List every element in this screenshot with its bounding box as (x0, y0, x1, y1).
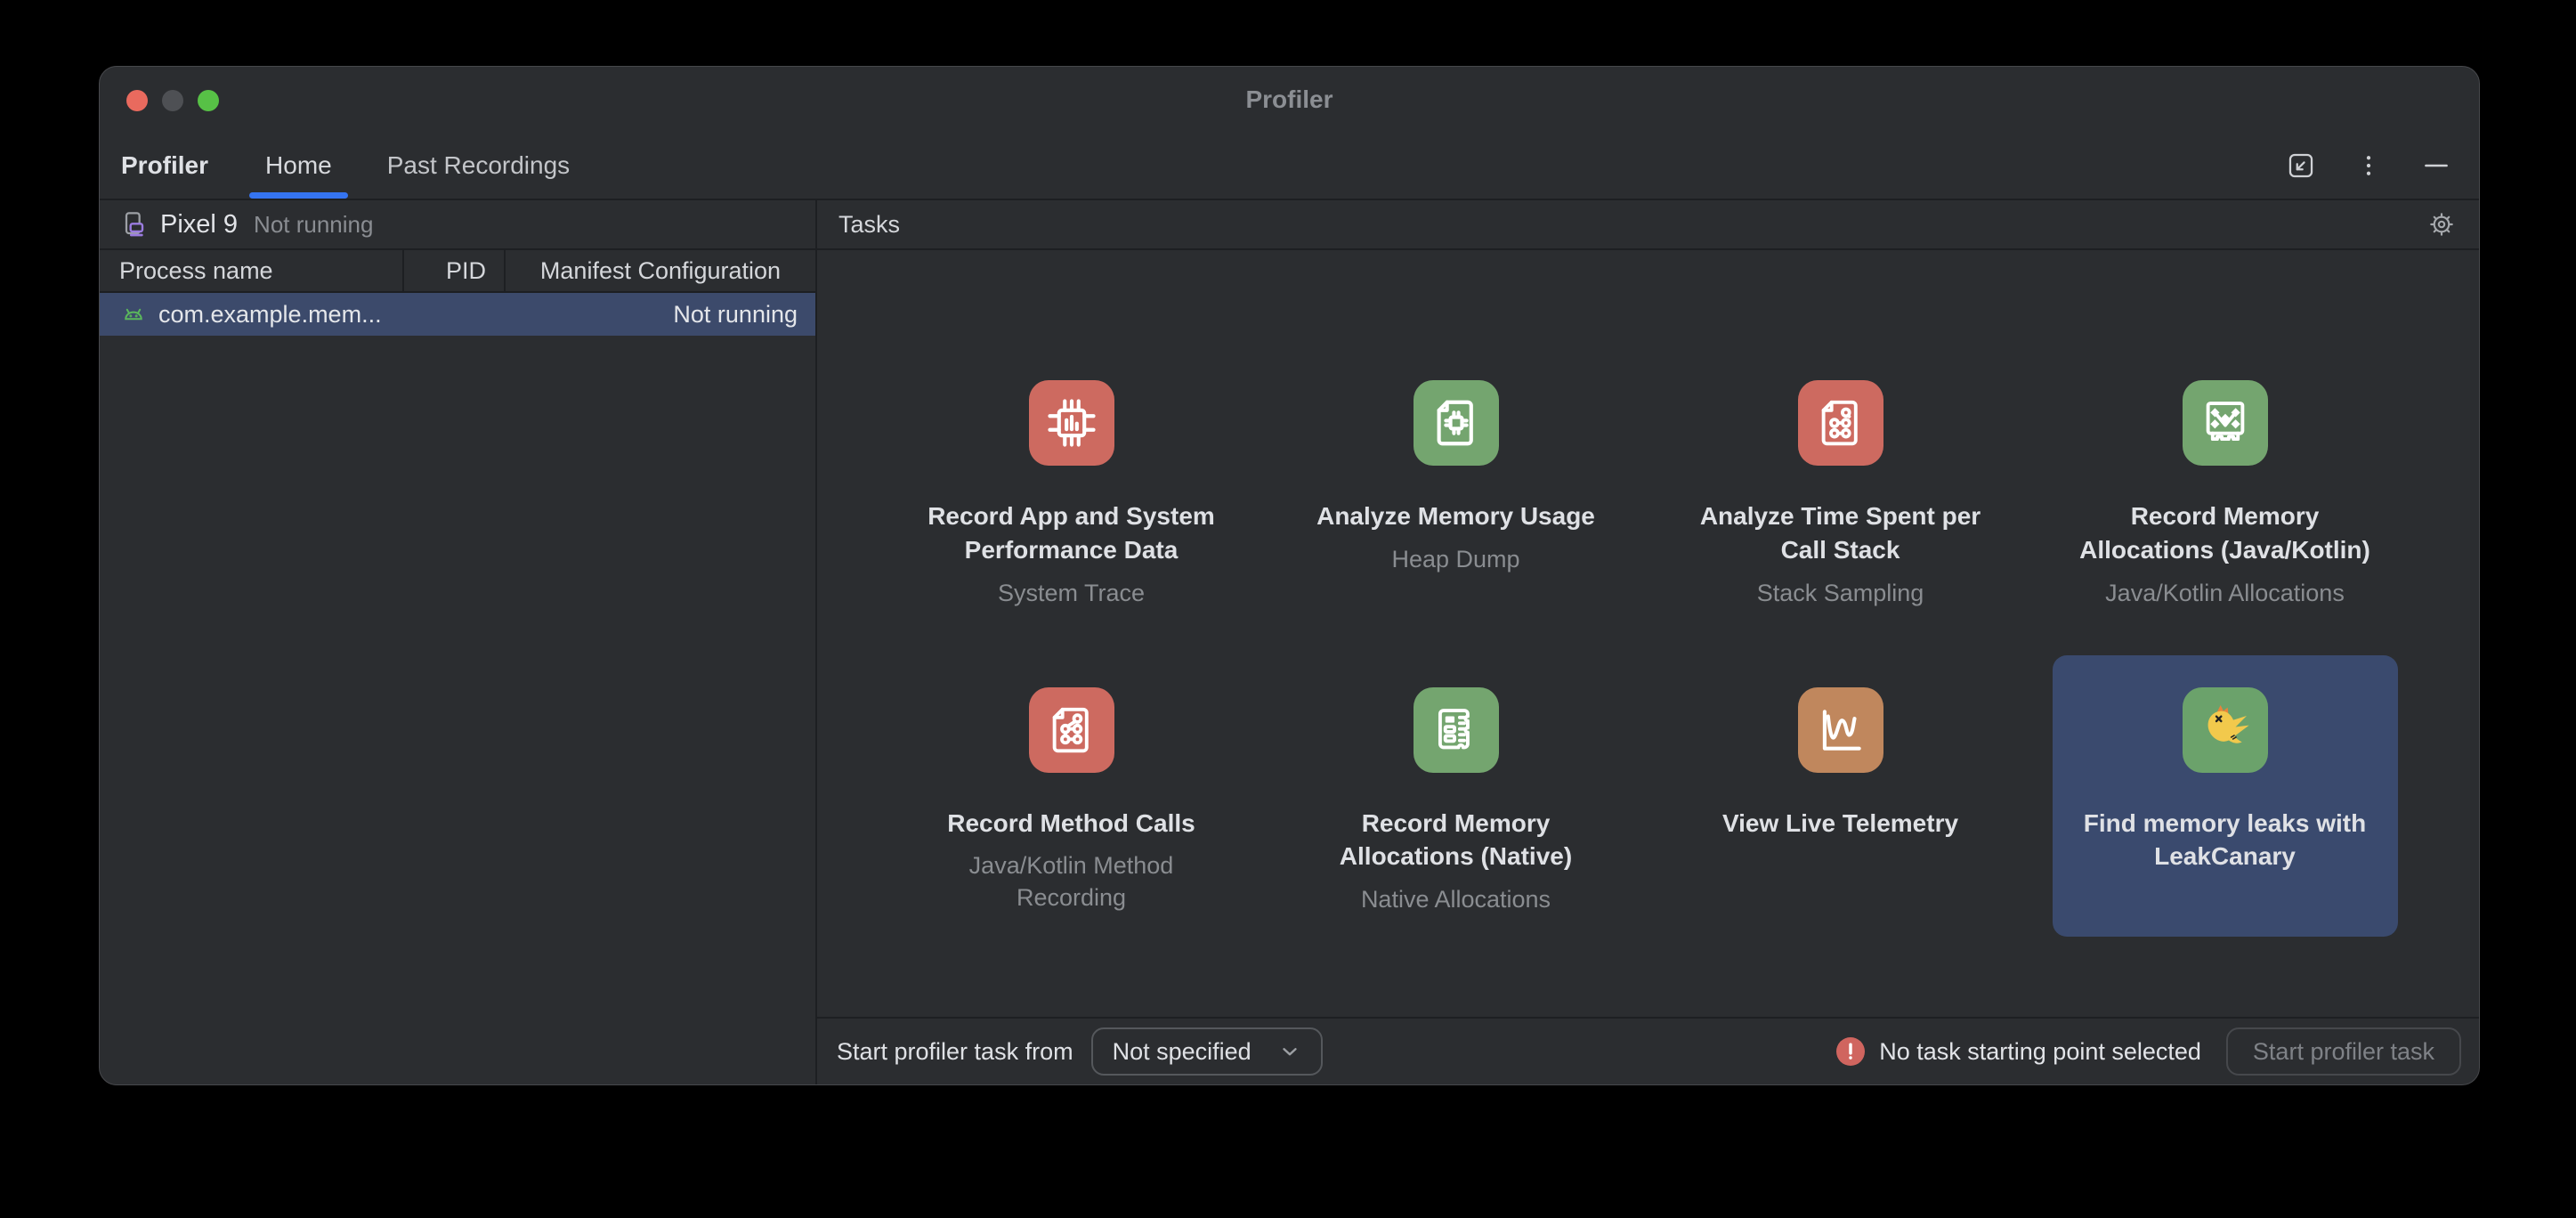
tool-window-label: Profiler (121, 133, 208, 199)
task-card-java-allocations[interactable]: Record Memory Allocations (Java/Kotlin) … (2053, 348, 2398, 630)
column-process-name[interactable]: Process name (100, 250, 402, 291)
leakcanary-icon (2183, 687, 2268, 773)
kebab-menu-icon[interactable] (2353, 150, 2385, 182)
process-status: Not running (673, 301, 815, 329)
tasks-header: Tasks (817, 200, 2479, 250)
start-profiler-task-button[interactable]: Start profiler task (2226, 1027, 2461, 1076)
process-table-header: Process name PID Manifest Configuration (100, 250, 815, 293)
task-title: View Live Telemetry (1722, 807, 1958, 840)
native-allocations-icon (1414, 687, 1499, 773)
column-pid[interactable]: PID (402, 250, 506, 291)
task-card-native-allocations[interactable]: Record Memory Allocations (Native) Nativ… (1284, 655, 1629, 938)
gear-icon[interactable] (2427, 210, 2456, 239)
task-subtitle: System Trace (998, 578, 1145, 609)
device-header: Pixel 9 Not running (100, 200, 815, 250)
task-subtitle: Heap Dump (1391, 544, 1519, 575)
window-title: Profiler (100, 67, 2479, 133)
task-subtitle: Stack Sampling (1757, 578, 1924, 609)
task-title: Analyze Time Spent per Call Stack (1685, 499, 1997, 567)
active-tab-underline (249, 192, 348, 199)
cpu-performance-icon (1029, 380, 1114, 466)
start-from-label: Start profiler task from (837, 1038, 1073, 1066)
task-card-leakcanary[interactable]: Find memory leaks with LeakCanary (2053, 655, 2398, 938)
column-manifest-configuration[interactable]: Manifest Configuration (506, 250, 815, 291)
task-subtitle: Native Allocations (1361, 884, 1551, 915)
java-allocations-icon (2183, 380, 2268, 466)
desktop-background: Profiler Profiler Home Past Recordings (0, 0, 2576, 1218)
process-name: com.example.mem... (158, 301, 382, 329)
table-row[interactable]: com.example.mem... Not running (100, 293, 815, 336)
task-title: Record Method Calls (947, 807, 1195, 840)
task-card-stack-sampling[interactable]: Analyze Time Spent per Call Stack Stack … (1668, 348, 2013, 630)
tab-past-recordings[interactable]: Past Recordings (382, 133, 575, 199)
process-name-cell: com.example.mem... (100, 301, 382, 329)
task-title: Record Memory Allocations (Native) (1300, 807, 1612, 874)
error-icon (1836, 1037, 1865, 1066)
task-title: Record App and System Performance Data (916, 499, 1227, 567)
task-subtitle: Java/Kotlin Allocations (2105, 578, 2345, 609)
tasks-title: Tasks (838, 211, 900, 239)
footer-right: No task starting point selected Start pr… (1836, 1027, 2461, 1076)
tab-bar: Profiler Home Past Recordings (100, 133, 2479, 200)
window-controls (2285, 133, 2452, 199)
task-card-method-recording[interactable]: Record Method Calls Java/Kotlin Method R… (899, 655, 1244, 938)
task-title: Record Memory Allocations (Java/Kotlin) (2070, 499, 2381, 567)
tab-home-label: Home (265, 151, 332, 180)
process-list-panel: Pixel 9 Not running Process name PID Man… (100, 200, 817, 1084)
tab-past-recordings-label: Past Recordings (387, 151, 570, 180)
device-status: Not running (254, 211, 373, 239)
device-name: Pixel 9 (160, 210, 238, 240)
method-recording-icon (1029, 687, 1114, 773)
tab-home[interactable]: Home (260, 133, 337, 199)
starting-point-dropdown[interactable]: Not specified (1091, 1027, 1323, 1076)
tasks-grid: Record App and System Performance Data S… (879, 348, 2418, 1017)
task-card-live-telemetry[interactable]: View Live Telemetry (1668, 655, 2013, 938)
heap-dump-icon (1414, 380, 1499, 466)
dropdown-value: Not specified (1113, 1038, 1252, 1066)
titlebar: Profiler (100, 67, 2479, 133)
task-card-heap-dump[interactable]: Analyze Memory Usage Heap Dump (1284, 348, 1629, 630)
main-content: Pixel 9 Not running Process name PID Man… (100, 200, 2479, 1084)
task-title: Analyze Memory Usage (1316, 499, 1595, 533)
tasks-panel: Tasks (817, 200, 2479, 1084)
task-subtitle: Java/Kotlin Method Recording (925, 850, 1219, 913)
warning-text: No task starting point selected (1879, 1038, 2201, 1066)
stack-sampling-icon (1798, 380, 1883, 466)
task-footer: Start profiler task from Not specified (817, 1017, 2479, 1084)
device-icon (119, 210, 148, 239)
tasks-grid-wrap: Record App and System Performance Data S… (817, 250, 2479, 1017)
task-card-system-trace[interactable]: Record App and System Performance Data S… (899, 348, 1244, 630)
profiler-window: Profiler Profiler Home Past Recordings (99, 66, 2480, 1085)
live-telemetry-icon (1798, 687, 1883, 773)
minimize-icon[interactable] (2420, 150, 2452, 182)
dock-window-icon[interactable] (2285, 150, 2317, 182)
android-icon (121, 302, 146, 327)
task-title: Find memory leaks with LeakCanary (2070, 807, 2381, 874)
chevron-down-icon (1278, 1040, 1301, 1063)
